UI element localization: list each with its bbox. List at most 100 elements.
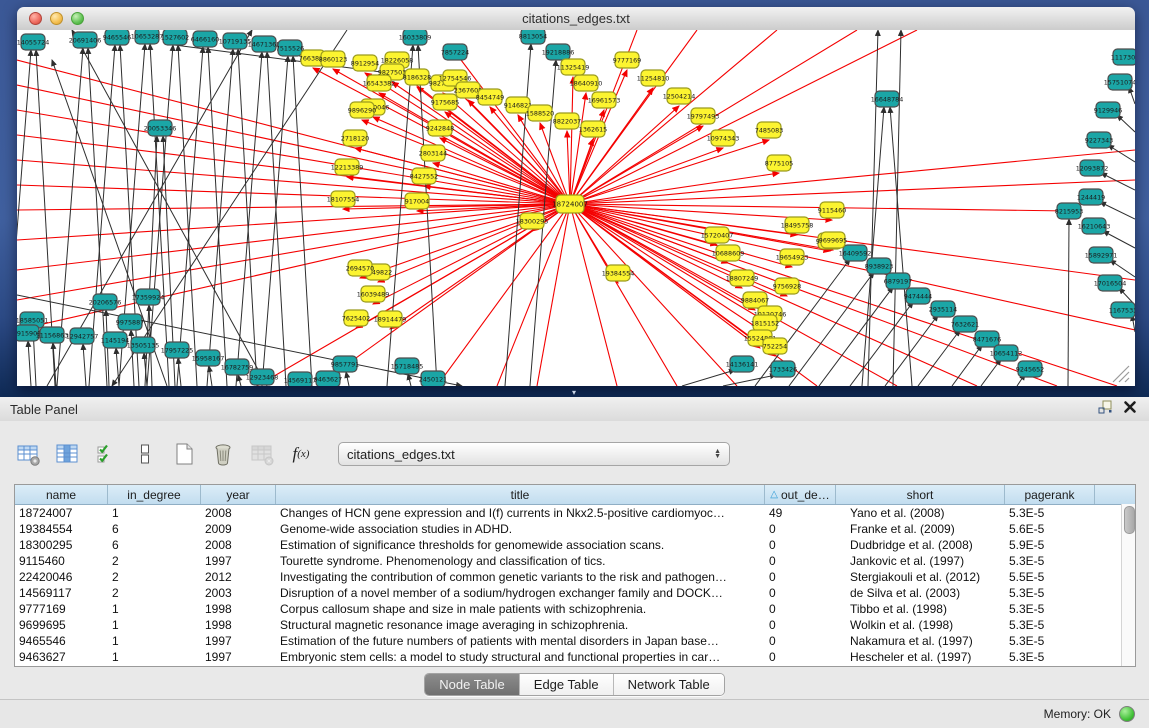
svg-text:18585051: 18585051 [17,316,48,324]
delete-column-button[interactable] [209,440,237,468]
svg-text:10688609: 10688609 [712,249,745,257]
cell: Dudbridge et al. (2008) [836,538,1005,552]
svg-text:19384554: 19384554 [602,269,635,277]
cell: 1997 [201,554,276,568]
svg-text:10974343: 10974343 [707,134,740,142]
column-header-title[interactable]: title [276,485,765,504]
svg-text:16039489: 16039489 [357,290,390,298]
delete-table-button[interactable] [248,440,276,468]
table-row[interactable]: 977716911998Corpus callosum shape and si… [15,601,1135,617]
float-panel-icon[interactable] [1097,399,1113,420]
svg-text:9245652: 9245652 [1016,365,1044,373]
svg-text:8813054: 8813054 [519,32,547,40]
cell: 19384554 [15,522,108,536]
table-vertical-scrollbar[interactable] [1121,504,1135,666]
svg-text:8427552: 8427552 [410,172,438,180]
network-graph-svg: 1405572420691406946554610653287152760264… [17,30,1135,386]
cell: Tibbo et al. (1998) [836,602,1005,616]
column-header-out_de[interactable]: △out_de… [765,485,836,504]
svg-text:15892971: 15892971 [1085,251,1118,259]
cell: Embryonic stem cells: a model to study s… [276,650,765,664]
cell: 5.3E-5 [1005,618,1095,632]
table-row[interactable]: 1938455462009Genome-wide association stu… [15,521,1135,537]
svg-text:20691406: 20691406 [69,36,102,44]
table-row[interactable]: 911546021997Tourette syndrome. Phenomeno… [15,553,1135,569]
svg-text:9463627: 9463627 [314,375,342,383]
cell: 0 [765,522,836,536]
svg-text:1815152: 1815152 [751,319,779,327]
svg-text:12754546: 12754546 [439,74,472,82]
svg-text:9465546: 9465546 [103,33,131,41]
cell: 9463627 [15,650,108,664]
table-row[interactable]: 2242004622012Investigating the contribut… [15,569,1135,585]
cell: 5.9E-5 [1005,538,1095,552]
cell: Estimation of the future numbers of pati… [276,634,765,648]
cell: 0 [765,634,836,648]
cell: 5.5E-5 [1005,570,1095,584]
svg-text:15718485: 15718485 [391,362,424,370]
table-mode-button[interactable] [14,440,42,468]
node-table: namein_degreeyeartitle△out_de…shortpager… [14,484,1136,667]
scrollbar-thumb[interactable] [1124,506,1135,534]
svg-text:8912954: 8912954 [351,59,379,67]
cell: 49 [765,506,836,520]
svg-text:6879197: 6879197 [884,277,912,285]
column-header-short[interactable]: short [836,485,1005,504]
tab-network-table[interactable]: Network Table [614,674,724,695]
table-row[interactable]: 1456911722003Disruption of a novel membe… [15,585,1135,601]
svg-text:7515526: 7515526 [276,44,304,52]
cell: 2003 [201,586,276,600]
svg-text:11325419: 11325419 [557,63,590,71]
svg-text:15751074: 15751074 [1104,78,1135,86]
cell: Corpus callosum shape and size in male p… [276,602,765,616]
row-height-button[interactable] [131,440,159,468]
select-columns-button[interactable] [92,440,120,468]
panel-splitter-handle[interactable]: ▾ [567,390,581,396]
svg-text:18807249: 18807249 [726,274,759,282]
svg-text:16210643: 16210643 [1078,222,1111,230]
table-row[interactable]: 1830029562008Estimation of significance … [15,537,1135,553]
svg-text:9896290: 9896290 [348,106,376,114]
cell: 9777169 [15,602,108,616]
svg-text:19654923: 19654923 [776,253,809,261]
table-row[interactable]: 1872400712008Changes of HCN gene express… [15,505,1135,521]
cell: Stergiakouli et al. (2012) [836,570,1005,584]
svg-text:16409592: 16409592 [839,249,872,257]
column-header-year[interactable]: year [201,485,276,504]
svg-text:917004: 917004 [405,197,429,205]
table-row[interactable]: 969969511998Structural magnetic resonanc… [15,617,1135,633]
cell: 5.3E-5 [1005,634,1095,648]
network-window-titlebar[interactable]: citations_edges.txt [17,7,1135,31]
svg-text:11254810: 11254810 [637,74,670,82]
column-header-pagerank[interactable]: pagerank [1005,485,1095,504]
cell: 1997 [201,634,276,648]
svg-text:16543382: 16543382 [363,79,396,87]
cell: 5.6E-5 [1005,522,1095,536]
svg-text:17957225: 17957225 [161,346,194,354]
close-panel-icon[interactable] [1123,400,1137,419]
cell: 0 [765,586,836,600]
svg-text:20206576: 20206576 [89,298,122,306]
tab-node-table[interactable]: Node Table [425,674,520,695]
network-canvas[interactable]: 1405572420691406946554610653287152760264… [17,30,1135,386]
show-columns-button[interactable] [53,440,81,468]
cell: 0 [765,602,836,616]
svg-text:8186328: 8186328 [403,73,431,81]
function-builder-button[interactable]: f(x) [287,440,315,468]
create-column-button[interactable] [170,440,198,468]
svg-text:16782759: 16782759 [221,363,254,371]
table-source-dropdown[interactable]: citations_edges.txt ▲▼ [338,442,730,466]
cell: 2 [108,586,201,600]
cell: Yano et al. (2008) [836,506,1005,520]
cell: 0 [765,650,836,664]
column-header-in_degree[interactable]: in_degree [108,485,201,504]
svg-text:9699695: 9699695 [819,236,847,244]
svg-text:16033809: 16033809 [399,33,432,41]
table-row[interactable]: 946554611997Estimation of the future num… [15,633,1135,649]
svg-text:9474444: 9474444 [904,292,932,300]
column-header-name[interactable]: name [15,485,108,504]
table-row[interactable]: 946362711997Embryonic stem cells: a mode… [15,649,1135,665]
tab-edge-table[interactable]: Edge Table [520,674,614,695]
svg-text:1733426: 1733426 [769,365,797,373]
svg-text:7625402: 7625402 [342,314,370,322]
